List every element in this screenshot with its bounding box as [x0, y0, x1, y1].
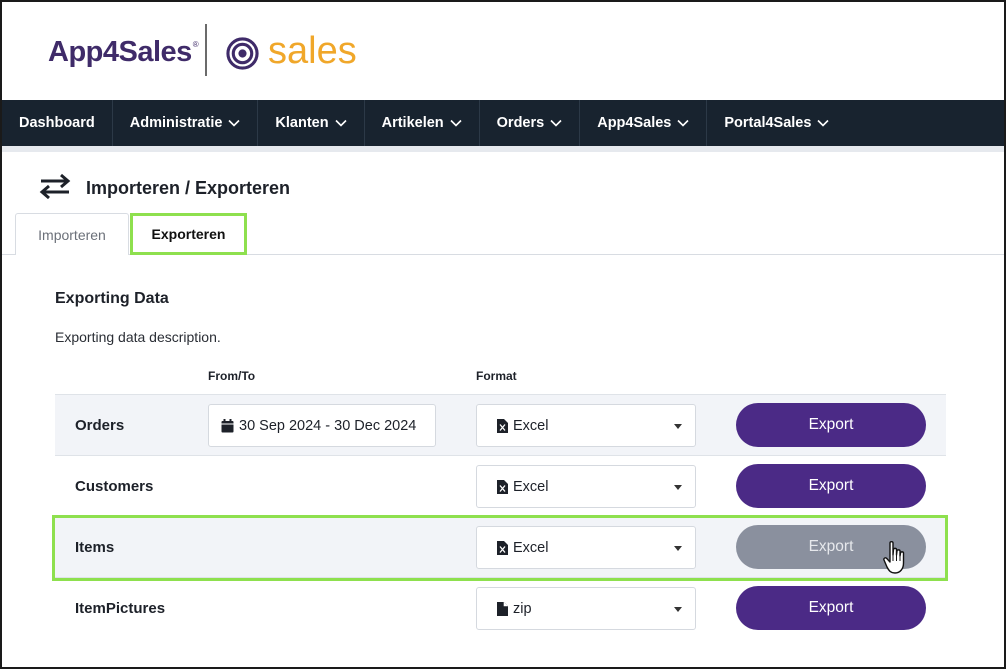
nav-item-orders[interactable]: Orders [480, 100, 581, 146]
chevron-down-icon [550, 119, 562, 127]
table-row-itempictures: ItemPictures zip Export [55, 577, 946, 638]
caret-down-icon [674, 485, 682, 490]
caret-down-icon [674, 546, 682, 551]
nav-item-portal4sales[interactable]: Portal4Sales [707, 100, 846, 146]
section-description: Exporting data description. [55, 329, 221, 345]
table-row-orders: Orders 30 Sep 2024 - 30 Dec 2024 Excel E… [55, 394, 946, 455]
tab-importeren[interactable]: Importeren [15, 213, 129, 255]
tab-label: Importeren [38, 226, 106, 243]
row-label: Items [75, 539, 115, 556]
nav-item-artikelen[interactable]: Artikelen [365, 100, 480, 146]
tab-exporteren[interactable]: Exporteren [130, 213, 247, 255]
column-header-format: Format [476, 369, 517, 383]
swap-arrows-icon [39, 173, 71, 199]
format-select-items[interactable]: Excel [476, 526, 696, 569]
app4sales-logo[interactable]: App4Sales® [48, 36, 199, 69]
table-row-items: Items Excel Export [55, 516, 946, 577]
main-nav: Dashboard Administratie Klanten Artikele… [2, 100, 1004, 146]
excel-file-icon [497, 479, 508, 494]
header: App4Sales® sales [2, 2, 1004, 100]
registered-mark: ® [192, 40, 199, 49]
date-range-picker[interactable]: 30 Sep 2024 - 30 Dec 2024 [208, 404, 436, 447]
chevron-down-icon [228, 119, 240, 127]
calendar-icon [221, 418, 234, 432]
page-title: Importeren / Exporteren [86, 178, 291, 198]
row-label: Orders [75, 417, 125, 434]
date-range-value: 30 Sep 2024 - 30 Dec 2024 [239, 417, 417, 434]
caret-down-icon [674, 424, 682, 429]
row-label: Customers [75, 478, 154, 495]
nav-bottom-strip [2, 146, 1004, 152]
chevron-down-icon [677, 119, 689, 127]
excel-file-icon [497, 418, 508, 433]
sales-logo-text: sales [268, 30, 357, 72]
export-button-customers[interactable]: Export [736, 464, 926, 508]
caret-down-icon [674, 607, 682, 612]
section-title: Exporting Data [55, 290, 169, 307]
excel-file-icon [497, 540, 508, 555]
row-label: ItemPictures [75, 600, 166, 617]
target-logo-icon [226, 37, 259, 70]
export-button-orders[interactable]: Export [736, 403, 926, 447]
format-value: Excel [513, 478, 549, 495]
file-icon [497, 601, 508, 616]
chevron-down-icon [450, 119, 462, 127]
chevron-down-icon [817, 119, 830, 127]
logo-brand-text: App4Sales [48, 36, 192, 68]
nav-item-label: App4Sales [597, 115, 672, 131]
nav-item-label: Administratie [129, 115, 223, 131]
format-value: Excel [513, 539, 549, 556]
format-select-customers[interactable]: Excel [476, 465, 696, 508]
format-select-itempictures[interactable]: zip [476, 587, 696, 630]
nav-item-label: Artikelen [381, 115, 444, 131]
nav-item-label: Portal4Sales [724, 115, 812, 131]
export-button-itempictures[interactable]: Export [736, 586, 926, 630]
nav-item-app4sales[interactable]: App4Sales [580, 100, 708, 146]
nav-item-klanten[interactable]: Klanten [258, 100, 365, 146]
nav-item-administratie[interactable]: Administratie [113, 100, 259, 146]
format-value: zip [513, 600, 532, 617]
logo-divider [205, 24, 207, 76]
table-row-customers: Customers Excel Export [55, 455, 946, 516]
nav-item-dashboard[interactable]: Dashboard [2, 100, 113, 146]
chevron-down-icon [335, 119, 347, 127]
nav-item-label: Orders [496, 115, 545, 131]
column-header-fromto: From/To [208, 369, 256, 383]
nav-item-label: Klanten [275, 115, 329, 131]
format-value: Excel [513, 417, 549, 434]
format-select-orders[interactable]: Excel [476, 404, 696, 447]
nav-item-label: Dashboard [19, 115, 95, 131]
tab-label: Exporteren [151, 226, 226, 242]
hand-cursor-icon [883, 541, 905, 574]
